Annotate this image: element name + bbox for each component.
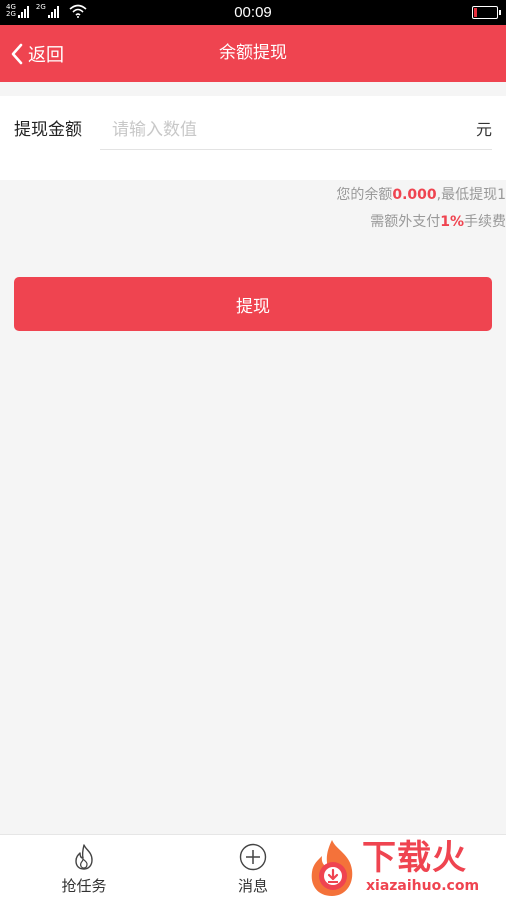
status-bar: 4G 2G 2G 00:09	[0, 0, 506, 25]
app-header: 返回 余额提现	[0, 25, 506, 82]
fee-info: 需额外支付1%手续费	[0, 211, 506, 231]
battery-icon	[472, 6, 501, 19]
balance-value: 0.000	[392, 187, 437, 203]
unit-label: 元	[475, 120, 492, 139]
withdraw-button[interactable]: 提现	[14, 277, 492, 331]
nav-item-messages[interactable]: 消息	[193, 835, 313, 900]
nav-label-grab-task: 抢任务	[61, 877, 107, 895]
watermark-text-en: xiazaihuo.com	[366, 878, 480, 894]
balance-info: 您的余额0.000,最低提现1	[0, 184, 506, 204]
fee-prefix: 需额外支付	[370, 214, 441, 230]
amount-label: 提现金额	[14, 120, 82, 140]
amount-input[interactable]	[100, 110, 492, 150]
balance-prefix: 您的余额	[336, 187, 393, 203]
status-time: 00:09	[234, 4, 272, 21]
plus-circle-icon	[239, 843, 267, 871]
page-title: 余额提现	[219, 43, 287, 63]
min-withdraw-text: ,最低提现1	[436, 187, 506, 203]
withdraw-form: 提现金额 元	[0, 96, 506, 180]
watermark-logo: 下载火 xiazaihuo.com	[300, 836, 506, 900]
nav-item-grab-task[interactable]: 抢任务	[24, 835, 144, 900]
watermark-text-cn: 下载火	[362, 838, 467, 878]
battery-level	[474, 8, 477, 17]
fire-logo-icon	[311, 840, 353, 896]
fee-rate: 1%	[440, 214, 464, 230]
fee-suffix: 手续费	[464, 214, 506, 230]
nav-label-messages: 消息	[237, 877, 268, 895]
flame-icon	[75, 844, 93, 870]
